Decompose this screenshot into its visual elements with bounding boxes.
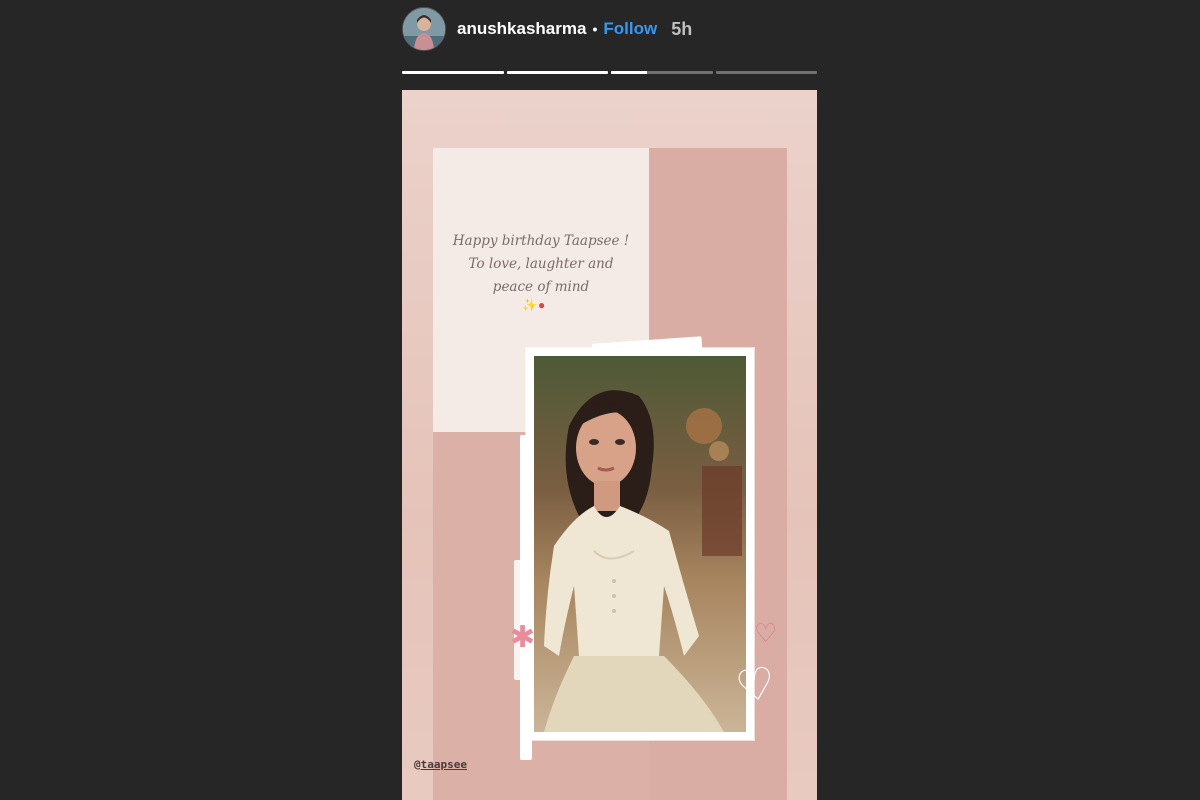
profile-avatar[interactable]	[402, 7, 446, 51]
progress-segment[interactable]	[715, 71, 817, 74]
progress-segment[interactable]	[506, 71, 608, 74]
message-line: Happy birthday Taapsee !	[452, 233, 630, 249]
sparkle-icon: ✱	[510, 621, 536, 654]
progress-segment[interactable]	[611, 71, 713, 74]
progress-fill	[611, 71, 647, 74]
message-line: peace of mind	[492, 279, 590, 295]
heart-outline-icon: ♡	[754, 618, 778, 648]
mention-username[interactable]: taapsee	[421, 758, 467, 771]
post-time: 5h	[671, 18, 693, 39]
story-header: anushkasharma • Follow 5h	[402, 6, 692, 52]
avatar-image	[403, 8, 445, 50]
portrait-photo[interactable]	[534, 356, 746, 732]
message-line: To love, laughter and	[468, 256, 614, 272]
story-progress	[402, 71, 817, 74]
balloon-emoji: ●	[537, 298, 547, 312]
username-link[interactable]: anushkasharma	[457, 19, 586, 39]
separator-dot: •	[592, 21, 598, 37]
mention-prefix: @	[414, 758, 421, 771]
emoji-sticker: ✨●	[522, 298, 546, 312]
photo-frame	[526, 348, 754, 740]
birthday-message: Happy birthday Taapsee ! To love, laught…	[436, 230, 646, 299]
brush-stroke	[514, 560, 522, 680]
story-content[interactable]: Happy birthday Taapsee ! To love, laught…	[402, 90, 817, 800]
progress-fill	[506, 71, 608, 74]
follow-button[interactable]: Follow	[603, 19, 657, 39]
mention-tag[interactable]: @taapsee	[414, 758, 467, 771]
progress-fill	[402, 71, 504, 74]
sparkles-emoji: ✨	[522, 298, 538, 312]
progress-segment[interactable]	[402, 71, 504, 74]
portrait-illustration	[534, 356, 746, 732]
story-viewer: anushkasharma • Follow 5h Happy birthday…	[0, 0, 1200, 800]
